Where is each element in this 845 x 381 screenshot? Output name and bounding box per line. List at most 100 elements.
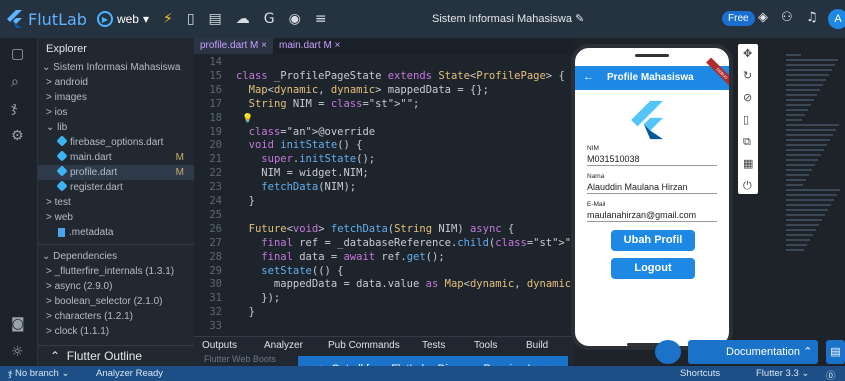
code-editor[interactable]: 14 15 class _ProfilePageState extends Stat… <box>194 54 660 336</box>
dependency-item[interactable]: > async (2.9.0) <box>38 279 194 294</box>
activity-rail: ▢ ⌕ ჯ ⚙ ◙ ☼ <box>0 38 38 366</box>
git-icon[interactable]: G <box>264 11 275 27</box>
code-minimap[interactable] <box>786 54 845 254</box>
files-icon[interactable]: ▢ <box>11 46 24 62</box>
platform-selector[interactable]: ▶ web ▾ <box>96 11 149 27</box>
code-line[interactable]: 19 class="an">@override <box>194 126 375 138</box>
lightbulb-icon[interactable]: 💡 <box>242 114 253 124</box>
folder-test[interactable]: > test <box>38 195 194 210</box>
code-line[interactable]: 15 class _ProfilePageState extends State<… <box>194 70 564 82</box>
flutter-version[interactable]: Flutter 3.3 ⌄ <box>756 368 809 379</box>
tab-pub-commands[interactable]: Pub Commands <box>328 340 400 351</box>
code-line[interactable]: 25 <box>194 209 236 221</box>
line-number: 30 <box>209 278 222 291</box>
stop-icon[interactable]: ▯ <box>187 11 195 27</box>
tab-main-dart[interactable]: main.dart M × <box>273 38 346 54</box>
help-circle-button[interactable] <box>655 340 681 364</box>
code-line[interactable]: 17 String NIM = class="st">""; <box>194 98 419 110</box>
line-number: 27 <box>209 236 222 249</box>
plan-badge[interactable]: Free <box>722 11 755 26</box>
qr-code-icon[interactable]: ▦ <box>743 157 753 170</box>
code-line[interactable]: 18 <box>194 112 236 124</box>
code-line[interactable]: 28 final data = await ref.get(); <box>194 251 444 263</box>
project-root[interactable]: ⌄ Sistem Informasi Mahasiswa <box>38 60 194 75</box>
dependency-item[interactable]: > characters (1.2.1) <box>38 309 194 324</box>
tab-analyzer[interactable]: Analyzer <box>264 340 303 351</box>
power-icon[interactable]: ⏻ <box>743 179 752 193</box>
minimap-line <box>786 224 819 226</box>
dependency-item[interactable]: > _flutterfire_internals (1.3.1) <box>38 264 194 279</box>
back-arrow-icon[interactable]: ← <box>583 71 594 83</box>
avatar[interactable]: A <box>828 9 845 29</box>
rotate-icon[interactable]: ⊘ <box>743 91 752 104</box>
folder-ios[interactable]: > ios <box>38 105 194 120</box>
search-icon[interactable]: ⌕ <box>11 74 19 90</box>
code-line[interactable]: 29 setState(() { <box>194 265 343 277</box>
device-icon[interactable]: ▯ <box>743 113 749 126</box>
code-text: }); <box>236 292 281 305</box>
folder-android[interactable]: > android <box>38 75 194 90</box>
code-line[interactable]: 30 mappedData = data.value as Map<dynami… <box>194 278 583 291</box>
code-line[interactable]: 21 super.initState(); <box>194 153 375 165</box>
dart-file-icon <box>56 180 68 192</box>
dart-file-icon <box>56 150 68 162</box>
analyzer-status: Analyzer Ready <box>96 368 164 379</box>
layers-icon[interactable]: ◈ <box>758 10 768 25</box>
help-icon[interactable]: ⓪ <box>826 368 836 381</box>
tab-outputs[interactable]: Outputs <box>202 340 237 351</box>
tab-tests[interactable]: Tests <box>422 340 445 351</box>
open-external-icon[interactable]: ⧉ <box>743 135 751 149</box>
minimap-line <box>786 79 826 81</box>
file-firebase-options[interactable]: firebase_options.dart <box>38 135 194 150</box>
documentation-button[interactable]: Documentation ⌃ <box>688 340 818 364</box>
flutlab-logo[interactable]: FlutLab <box>6 10 87 29</box>
folder-lib[interactable]: ⌄ lib <box>38 120 194 135</box>
dart-file-icon <box>56 165 68 177</box>
code-text: } <box>236 195 255 207</box>
bell-icon[interactable]: ♫ <box>806 10 818 25</box>
tab-build[interactable]: Build <box>526 340 548 351</box>
code-line[interactable]: 23 fetchData(NIM); <box>194 181 356 193</box>
code-line[interactable]: 33 <box>194 320 236 332</box>
code-line[interactable]: 32 } <box>194 306 255 318</box>
chat-icon[interactable]: ▤ <box>826 340 845 364</box>
shortcuts-button[interactable]: Shortcuts <box>680 368 720 379</box>
debug-icon[interactable]: ☼ <box>11 344 24 360</box>
dependency-item[interactable]: > clock (1.1.1) <box>38 324 194 339</box>
branch-indicator[interactable]: ჯ No branch ⌄ <box>8 368 69 379</box>
tab-tools[interactable]: Tools <box>474 340 497 351</box>
flutter-outline-toggle[interactable]: ⌃ Flutter Outline <box>38 345 194 365</box>
file-profile[interactable]: profile.dart M <box>38 165 194 180</box>
file-main[interactable]: main.dart M <box>38 150 194 165</box>
folder-images[interactable]: > images <box>38 90 194 105</box>
cloud-icon[interactable]: ☁ <box>236 11 250 27</box>
ubah-profil-button[interactable]: Ubah Profil <box>611 230 695 251</box>
file-register[interactable]: register.dart <box>38 180 194 195</box>
source-control-icon[interactable]: ჯ <box>11 100 17 116</box>
minimap-line <box>786 204 831 206</box>
code-line[interactable]: 31 }); <box>194 292 280 304</box>
code-line[interactable]: 16 Map<dynamic, dynamic> mappedData = {}… <box>194 84 489 96</box>
account-icon[interactable]: ◙ <box>11 316 25 332</box>
menu-icon[interactable]: ≡ <box>315 11 327 27</box>
dependency-item[interactable]: > boolean_selector (2.1.0) <box>38 294 194 309</box>
code-line[interactable]: 20 void initState() { <box>194 139 362 151</box>
code-line[interactable]: 24 } <box>194 195 255 207</box>
refresh-icon[interactable]: ↻ <box>743 69 752 82</box>
save-icon[interactable]: ▤ <box>209 11 222 27</box>
settings-icon[interactable]: ◉ <box>289 11 301 27</box>
hot-reload-icon[interactable]: ⚡ <box>163 11 173 27</box>
top-bar: FlutLab ▶ web ▾ ⚡ ▯ ▤ ☁ G ◉ ≡ Sistem Inf… <box>0 0 845 38</box>
dependencies-header[interactable]: ⌄ Dependencies <box>38 249 194 264</box>
code-line[interactable]: 26 Future<void> fetchData(String NIM) as… <box>194 223 514 235</box>
gear-icon[interactable]: ⚙ <box>11 128 24 144</box>
add-user-icon[interactable]: ⚇ <box>781 10 793 25</box>
move-icon[interactable]: ✥ <box>743 47 752 60</box>
code-line[interactable]: 14 <box>194 56 236 68</box>
code-line[interactable]: 22 NIM = widget.NIM; <box>194 167 368 179</box>
folder-web[interactable]: > web <box>38 210 194 225</box>
file-metadata[interactable]: .metadata <box>38 225 194 240</box>
project-title[interactable]: Sistem Informasi Mahasiswa ✎ <box>432 12 584 25</box>
tab-profile-dart[interactable]: profile.dart M × <box>194 38 273 54</box>
logout-button[interactable]: Logout <box>611 258 695 279</box>
